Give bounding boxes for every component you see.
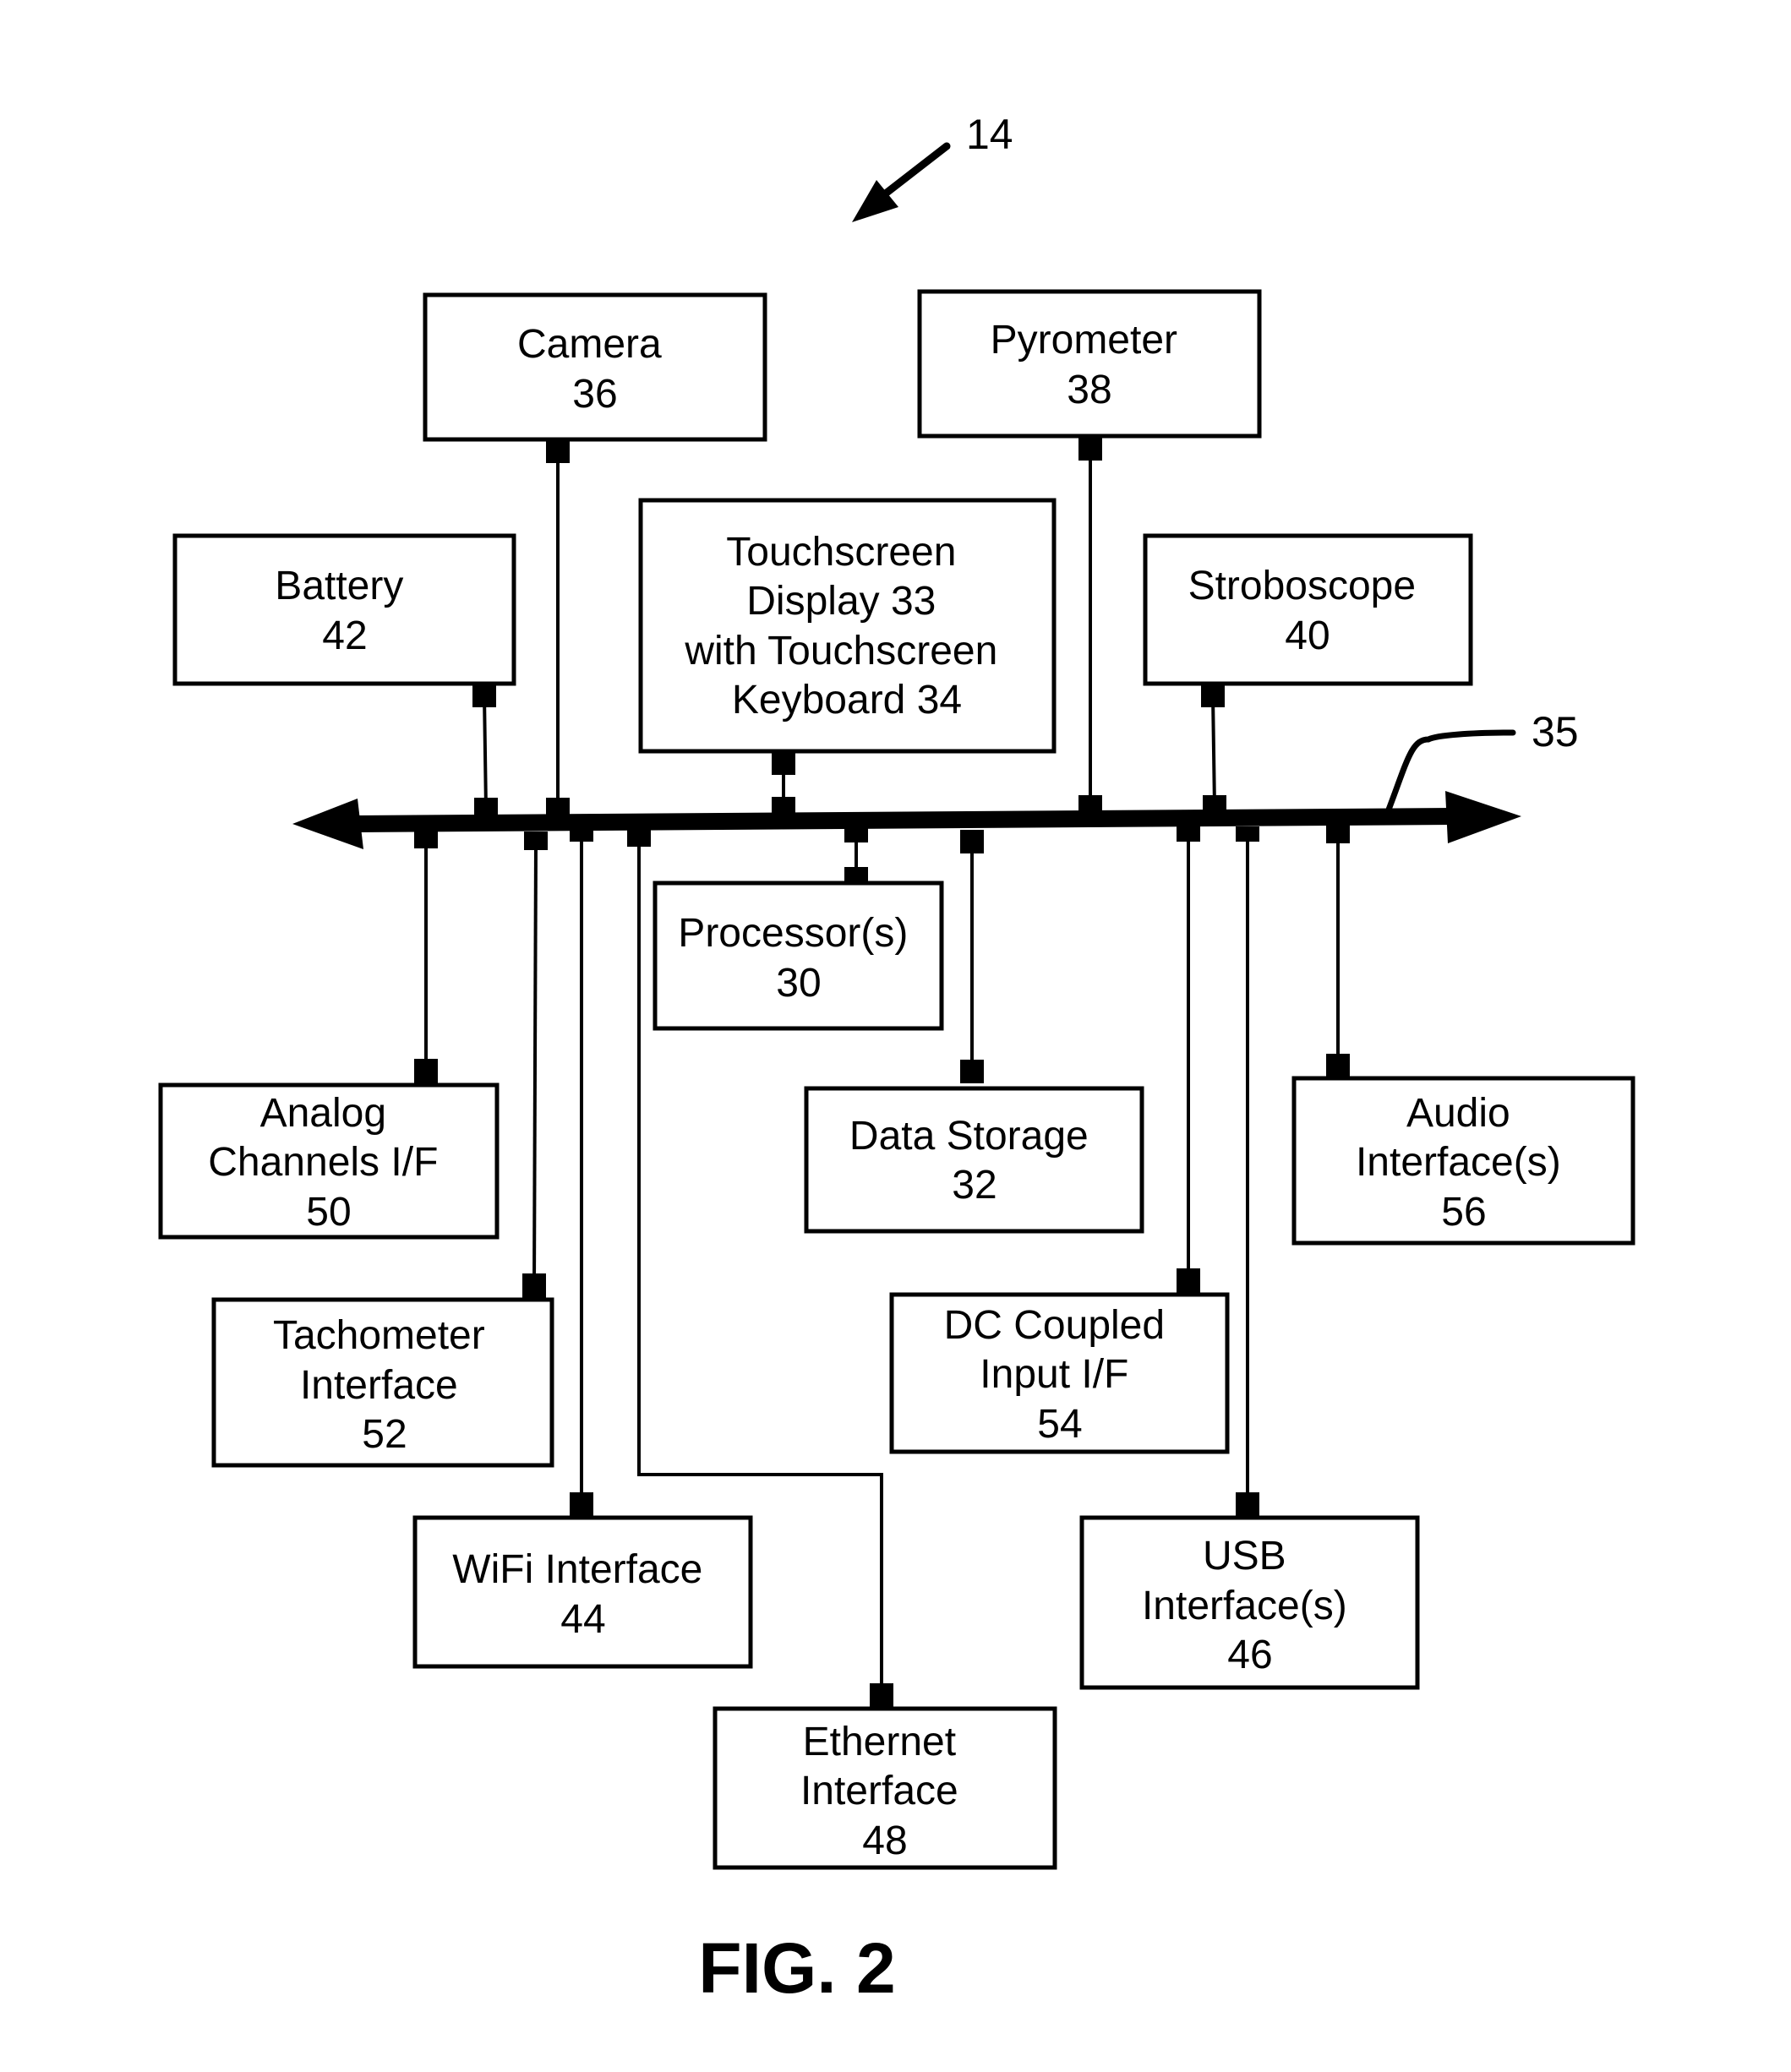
wire-battery [483, 695, 488, 810]
bus-ref-label: 35 [1532, 708, 1579, 755]
block-tachometer: Tachometer Interface 52 [211, 1297, 554, 1468]
connector-stroboscope-bus [1203, 795, 1226, 812]
connector-data-storage-bus [960, 830, 984, 853]
block-processor-frame [653, 881, 944, 1031]
block-data-storage-ref: 32 [952, 1163, 997, 1208]
connector-camera-bus [546, 798, 570, 815]
block-usb: USB Interface(s) 46 [1079, 1515, 1420, 1690]
block-processor-title: Processor(s) [678, 911, 908, 956]
bus-left-arrowhead-icon [292, 799, 363, 849]
block-stroboscope-ref: 40 [1285, 613, 1330, 658]
block-stroboscope-title: Stroboscope [1188, 564, 1417, 608]
connector-tachometer-bus [524, 832, 548, 850]
figure-caption: FIG. 2 [698, 1928, 895, 2008]
block-audio-ref: 56 [1441, 1190, 1486, 1235]
connector-touchscreen-bus [772, 797, 795, 814]
block-tachometer-line-1: Tachometer [273, 1313, 485, 1358]
block-usb-ref: 46 [1227, 1633, 1272, 1677]
block-usb-line-1: USB [1203, 1534, 1286, 1579]
block-touchscreen-line-1: Touchscreen [726, 530, 956, 575]
connector-pyrometer-box [1078, 437, 1102, 461]
block-processor: Processor(s) 30 [653, 881, 944, 1031]
block-dc-coupled-line-1: DC Coupled [944, 1303, 1165, 1348]
wire-stroboscope [1211, 695, 1216, 808]
device-ref-label: 14 [966, 111, 1013, 158]
block-camera-ref: 36 [572, 372, 617, 417]
connector-processor-bus [844, 827, 868, 842]
bus-line [354, 808, 1455, 832]
block-camera-frame [423, 292, 767, 442]
connector-ethernet-bus [627, 830, 651, 847]
block-analog-line-2: Channels I/F [208, 1140, 438, 1185]
connector-battery-box [472, 684, 496, 707]
block-wifi-title: WiFi Interface [452, 1547, 702, 1592]
block-audio: Audio Interface(s) 56 [1291, 1076, 1635, 1246]
block-camera: Camera 36 [423, 292, 767, 442]
connector-ethernet-box [870, 1683, 893, 1709]
connector-dc-coupled-box [1177, 1268, 1200, 1295]
connector-analog-bus [414, 832, 438, 848]
block-battery-title: Battery [275, 564, 403, 608]
connector-touchscreen-box [772, 751, 795, 775]
block-dc-coupled-line-2: Input I/F [980, 1352, 1128, 1397]
block-pyrometer: Pyrometer 38 [917, 289, 1262, 439]
block-touchscreen-line-4: Keyboard 34 [732, 678, 962, 722]
block-pyrometer-title: Pyrometer [991, 318, 1177, 363]
system-block-diagram: 14 35 Camera 36 Pyrometer 38 Touchscreen… [158, 111, 1635, 2008]
connector-usb-box [1236, 1492, 1259, 1518]
device-reference-arrow [852, 142, 951, 222]
block-analog-line-1: Analog [260, 1091, 386, 1136]
block-ethernet: Ethernet Interface 48 [713, 1706, 1057, 1870]
bus-right-arrowhead-icon [1445, 791, 1521, 843]
block-data-storage-title: Data Storage [849, 1114, 1089, 1159]
block-ethernet-line-2: Interface [800, 1769, 958, 1813]
connector-dc-coupled-bus [1177, 826, 1200, 842]
block-pyrometer-ref: 38 [1067, 368, 1111, 412]
block-data-storage-frame [804, 1086, 1144, 1234]
block-audio-line-2: Interface(s) [1356, 1140, 1561, 1185]
connector-battery-bus [474, 798, 498, 815]
connector-camera-box [546, 439, 570, 463]
block-ethernet-line-1: Ethernet [803, 1720, 956, 1764]
block-touchscreen: Touchscreen Display 33 with Touchscreen … [638, 498, 1057, 754]
connector-data-storage-box [960, 1060, 984, 1083]
block-usb-line-2: Interface(s) [1142, 1584, 1347, 1628]
block-analog: Analog Channels I/F 50 [158, 1082, 500, 1240]
block-tachometer-ref: 52 [362, 1412, 407, 1457]
connector-usb-bus [1236, 826, 1259, 842]
block-wifi-frame [412, 1515, 753, 1669]
block-tachometer-line-2: Interface [300, 1363, 458, 1408]
block-audio-line-1: Audio [1406, 1091, 1510, 1136]
block-battery-ref: 42 [322, 613, 367, 658]
block-battery-frame [172, 533, 516, 686]
connector-pyrometer-bus [1078, 795, 1102, 812]
block-analog-ref: 50 [306, 1190, 351, 1235]
block-battery: Battery 42 [172, 533, 516, 686]
block-dc-coupled: DC Coupled Input I/F 54 [889, 1292, 1230, 1454]
block-ethernet-ref: 48 [862, 1818, 907, 1863]
block-pyrometer-frame [917, 289, 1262, 439]
connector-wifi-bus [570, 830, 593, 842]
block-dc-coupled-ref: 54 [1037, 1402, 1082, 1447]
block-stroboscope-frame [1143, 533, 1473, 686]
connector-audio-bus [1326, 825, 1350, 843]
wire-tachometer [532, 842, 538, 1287]
connector-tachometer-box [522, 1273, 546, 1300]
block-data-storage: Data Storage 32 [804, 1086, 1144, 1234]
block-touchscreen-line-2: Display 33 [746, 579, 936, 624]
connector-audio-box [1326, 1054, 1350, 1078]
block-processor-ref: 30 [776, 961, 821, 1006]
connector-stroboscope-box [1201, 684, 1225, 707]
block-wifi-ref: 44 [560, 1597, 605, 1642]
connector-analog-box [414, 1059, 438, 1085]
block-stroboscope: Stroboscope 40 [1143, 533, 1473, 686]
block-wifi: WiFi Interface 44 [412, 1515, 753, 1669]
block-touchscreen-line-3: with Touchscreen [684, 629, 997, 673]
reference-arrow-shaft [875, 142, 951, 203]
connector-wifi-box [570, 1492, 593, 1518]
block-camera-title: Camera [517, 322, 662, 367]
